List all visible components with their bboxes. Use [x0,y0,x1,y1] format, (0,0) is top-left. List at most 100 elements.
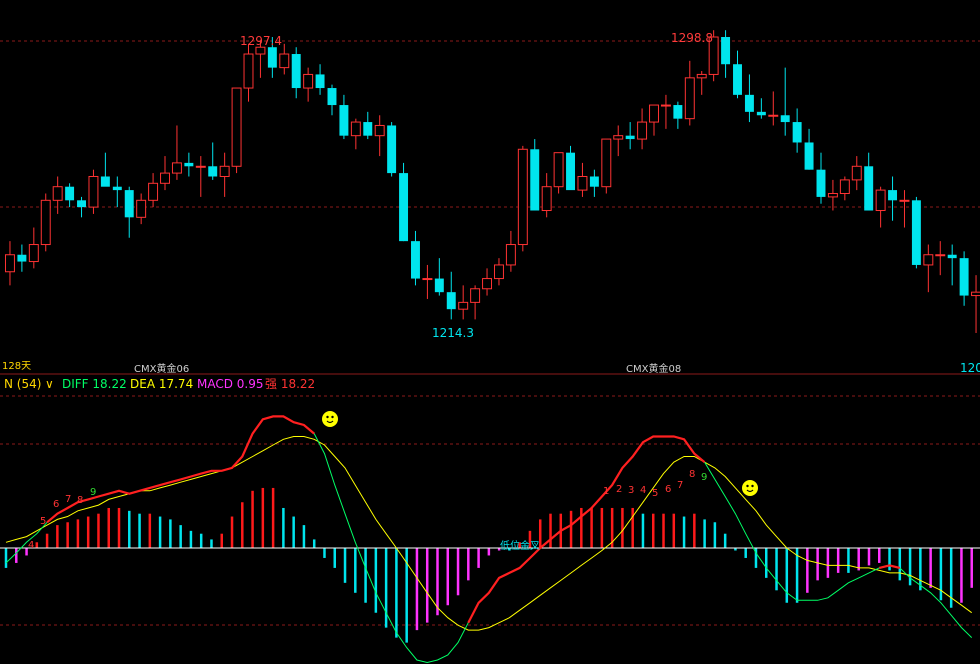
candle-body [255,46,266,55]
candle-body [566,152,575,191]
candle-body [637,121,648,140]
candle-body [231,87,242,167]
candle-body [411,241,420,279]
count-label: 9 [701,472,707,483]
candle-body [733,64,742,95]
strong-value: 强 18.22 [265,377,315,391]
candle-body [649,104,659,123]
dea-value: DEA 17.74 [130,377,193,391]
candle-body [505,244,516,266]
candle-body [923,254,934,266]
candle-body [195,165,206,168]
candle-body [696,73,707,79]
candle-body [434,278,444,293]
candle-body [40,199,51,246]
candle-body [959,258,969,296]
count-label: 1 [603,486,609,497]
candle-body [171,162,182,174]
candle [601,138,612,194]
candle-body [148,182,159,201]
count-label: 6 [665,484,671,495]
candle-body [947,254,957,259]
smiley-icon [742,480,758,496]
candle-body [541,186,552,212]
count-label: 7 [677,480,683,491]
candle-body [589,176,599,187]
candle-body [577,175,588,191]
candle-body [208,166,218,177]
candle-body [387,125,397,174]
candle-body [124,190,134,218]
candle-body [339,105,349,136]
candle-body [899,199,910,202]
candle-body [363,122,373,136]
candle-body [493,264,504,280]
count-label: 5 [40,516,46,527]
candle-body [684,77,695,120]
candle-body [768,114,779,117]
count-label: 4 [28,540,34,551]
diff-value: DIFF 18.22 [62,377,127,391]
candle-body [804,142,814,170]
count-label: 2 [616,484,622,495]
candle-body [780,115,790,123]
indicator-panel: N (54) ∨ DIFF 18.22 DEA 17.74 MACD 0.95 … [0,377,980,664]
low-label: 1214.3 [432,326,474,340]
candle-body [660,104,671,107]
candle-body [17,254,27,262]
candle-body [267,47,277,68]
candle-body [4,254,15,273]
candle-body [827,193,838,198]
candle-body [864,166,874,211]
candle-body [374,124,385,137]
candle-body [553,152,564,188]
diff-strong-line [467,435,706,624]
candle-body [517,148,528,246]
candle [530,139,540,211]
candle-body [315,74,325,89]
right-edge-label: 120 [960,361,980,375]
period-label: 128天 [2,361,31,372]
count-label: 7 [65,494,71,505]
candle-body [458,301,469,310]
candle-body [327,88,337,106]
high-label-1: 1297.4 [240,34,282,48]
candle-body [625,135,635,140]
candle-body [888,190,898,201]
candle-body [971,291,980,297]
candle-body [52,186,63,201]
candle-body [816,169,826,197]
candle-body [65,186,75,201]
candle-body [911,200,921,265]
candle [387,122,397,177]
candle-body [721,37,731,65]
count-label: 8 [689,469,695,480]
candle-body [291,54,301,89]
candle-body [88,175,99,208]
price-panel: 1297.4 1298.8 1214.3 120 128天 CMX黄金06 CM… [0,0,980,375]
candle-body [303,73,314,89]
candle-body [851,165,862,181]
candle-body [160,172,170,184]
candle-body [756,111,766,116]
count-label: 6 [53,499,59,510]
chevron-down-icon[interactable]: ∨ [45,377,54,391]
candle [40,193,51,252]
candle-body [875,189,886,212]
candle-body [530,149,540,211]
candle-body [935,254,946,257]
candle-body [673,105,683,119]
candle-body [112,186,122,191]
macd-value: MACD 0.95 [197,377,264,391]
candle-body [601,138,612,188]
cross-label: 低位金叉 [500,539,540,552]
count-label: 3 [628,485,634,496]
contract-label-1: CMX黄金06 [134,362,189,375]
smiley-icon [322,411,338,427]
candle [231,87,242,174]
indicator-name[interactable]: N (54) [4,377,41,391]
candle-body [279,53,290,69]
candle-body [219,165,230,177]
candle-body [399,173,409,242]
candle-body [422,278,433,281]
